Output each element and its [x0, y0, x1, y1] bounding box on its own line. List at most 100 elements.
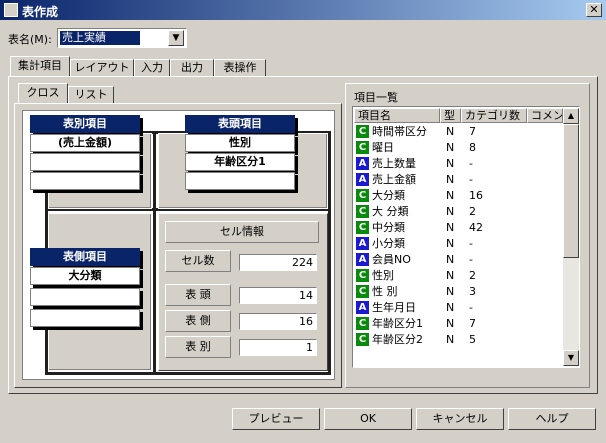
- cell-info-panel: セル情報 セル数 224 表 頭 14 表 側 16 表 別 1: [158, 213, 328, 371]
- list-item[interactable]: C 大分類 N 16: [355, 188, 563, 204]
- list-item[interactable]: C 大 分類 N 2: [355, 204, 563, 220]
- subtab-list[interactable]: リスト: [68, 86, 114, 104]
- category-icon: C: [356, 205, 369, 218]
- scrollbar-thumb[interactable]: [563, 124, 579, 258]
- item-list-title: 項目一覧: [354, 91, 398, 104]
- numeric-icon: A: [356, 173, 369, 186]
- item-category-count: -: [469, 301, 473, 314]
- table-name-value: 売上実績: [60, 31, 140, 45]
- tab-table-ops[interactable]: 表操作: [214, 59, 266, 77]
- column-header-name[interactable]: 項目名: [354, 108, 440, 123]
- title-bar: 表作成 ✕: [0, 0, 606, 20]
- list-item[interactable]: C 性別 N 2: [355, 268, 563, 284]
- item-category-count: -: [469, 237, 473, 250]
- column-header-comment[interactable]: コメン: [527, 108, 563, 123]
- tab-summary-items[interactable]: 集計項目: [10, 56, 70, 77]
- item-type: N: [446, 253, 455, 266]
- item-type: N: [446, 301, 455, 314]
- arrow-up-icon[interactable]: ▲: [563, 108, 579, 124]
- list-item[interactable]: C 中分類 N 42: [355, 220, 563, 236]
- item-category-count: 16: [469, 189, 483, 202]
- item-name: 年齢区分1: [372, 317, 423, 330]
- list-item[interactable]: A 売上数量 N -: [355, 156, 563, 172]
- tab-output[interactable]: 出力: [170, 59, 214, 77]
- item-list-rows: C 時間帯区分 N 7 C 曜日 N 8 A 売上数量 N - A 売上金額 N…: [353, 124, 563, 367]
- table-name-combo[interactable]: 売上実績 ▼: [57, 28, 187, 48]
- category-icon: C: [356, 125, 369, 138]
- row-count-label: 表 側: [165, 310, 231, 332]
- item-category-count: 2: [469, 205, 476, 218]
- page-item-slot[interactable]: (売上金額): [30, 134, 140, 152]
- help-button[interactable]: ヘルプ: [508, 408, 596, 430]
- item-type: N: [446, 269, 455, 282]
- item-name: 時間帯区分: [372, 125, 427, 138]
- item-type: N: [446, 317, 455, 330]
- category-icon: C: [356, 333, 369, 346]
- item-type: N: [446, 173, 455, 186]
- window-title: 表作成: [22, 5, 59, 19]
- cell-count-label: セル数: [165, 250, 231, 272]
- table-name-label: 表名(M):: [8, 33, 52, 46]
- category-icon: C: [356, 141, 369, 154]
- column-header-type[interactable]: 型: [440, 108, 461, 123]
- item-type: N: [446, 157, 455, 170]
- item-type: N: [446, 189, 455, 202]
- item-name: 売上金額: [372, 173, 416, 186]
- arrow-down-icon[interactable]: ▼: [563, 350, 579, 366]
- list-item[interactable]: C 時間帯区分 N 7: [355, 124, 563, 140]
- subtab-cross[interactable]: クロス: [18, 83, 68, 104]
- numeric-icon: A: [356, 301, 369, 314]
- category-icon: C: [356, 221, 369, 234]
- item-type: N: [446, 221, 455, 234]
- close-icon[interactable]: ✕: [586, 3, 602, 17]
- item-type: N: [446, 141, 455, 154]
- numeric-icon: A: [356, 237, 369, 250]
- column-item-slot[interactable]: 性別: [185, 134, 295, 152]
- list-item[interactable]: C 年齢区分1 N 7: [355, 316, 563, 332]
- item-name: 生年月日: [372, 301, 416, 314]
- item-list[interactable]: 項目名 型 カテゴリ数 コメン C 時間帯区分 N 7 C 曜日 N 8 A 売…: [352, 106, 580, 368]
- item-name: 年齢区分2: [372, 333, 423, 346]
- item-category-count: 3: [469, 285, 476, 298]
- column-item-slot[interactable]: 年齢区分1: [185, 153, 295, 171]
- item-category-count: 8: [469, 141, 476, 154]
- list-item[interactable]: C 年齢区分2 N 5: [355, 332, 563, 348]
- list-item[interactable]: A 売上金額 N -: [355, 172, 563, 188]
- row-count-value: 16: [239, 313, 317, 330]
- tab-layout[interactable]: レイアウト: [70, 59, 134, 77]
- cell-info-title: セル情報: [165, 221, 319, 243]
- list-item[interactable]: A 会員NO N -: [355, 252, 563, 268]
- item-category-count: 2: [469, 269, 476, 282]
- vertical-scrollbar[interactable]: ▲ ▼: [563, 108, 579, 366]
- item-name: 小分類: [372, 237, 405, 250]
- item-category-count: -: [469, 173, 473, 186]
- ok-button[interactable]: OK: [324, 408, 412, 430]
- page-count-label: 表 別: [165, 336, 231, 358]
- page-item-slot[interactable]: [30, 172, 140, 190]
- list-item[interactable]: C 曜日 N 8: [355, 140, 563, 156]
- cancel-button[interactable]: キャンセル: [416, 408, 504, 430]
- item-name: 大 分類: [372, 205, 409, 218]
- column-item-slot[interactable]: [185, 172, 295, 190]
- row-item-slot[interactable]: [30, 309, 140, 327]
- page-count-value: 1: [239, 339, 317, 356]
- item-category-count: 7: [469, 317, 476, 330]
- item-name: 売上数量: [372, 157, 416, 170]
- preview-button[interactable]: プレビュー: [232, 408, 320, 430]
- list-item[interactable]: C 性 別 N 3: [355, 284, 563, 300]
- row-item-slot[interactable]: [30, 288, 140, 306]
- list-item[interactable]: A 小分類 N -: [355, 236, 563, 252]
- item-category-count: 7: [469, 125, 476, 138]
- page-item-slot[interactable]: [30, 153, 140, 171]
- item-name: 中分類: [372, 221, 405, 234]
- column-header-category-count[interactable]: カテゴリ数: [461, 108, 527, 123]
- row-item-slot[interactable]: 大分類: [30, 267, 140, 285]
- item-category-count: -: [469, 157, 473, 170]
- list-item[interactable]: A 生年月日 N -: [355, 300, 563, 316]
- column-count-value: 14: [239, 287, 317, 304]
- item-name: 性 別: [372, 285, 398, 298]
- chevron-down-icon[interactable]: ▼: [168, 30, 184, 46]
- item-name: 曜日: [372, 141, 394, 154]
- tab-input[interactable]: 入力: [134, 59, 170, 77]
- item-type: N: [446, 237, 455, 250]
